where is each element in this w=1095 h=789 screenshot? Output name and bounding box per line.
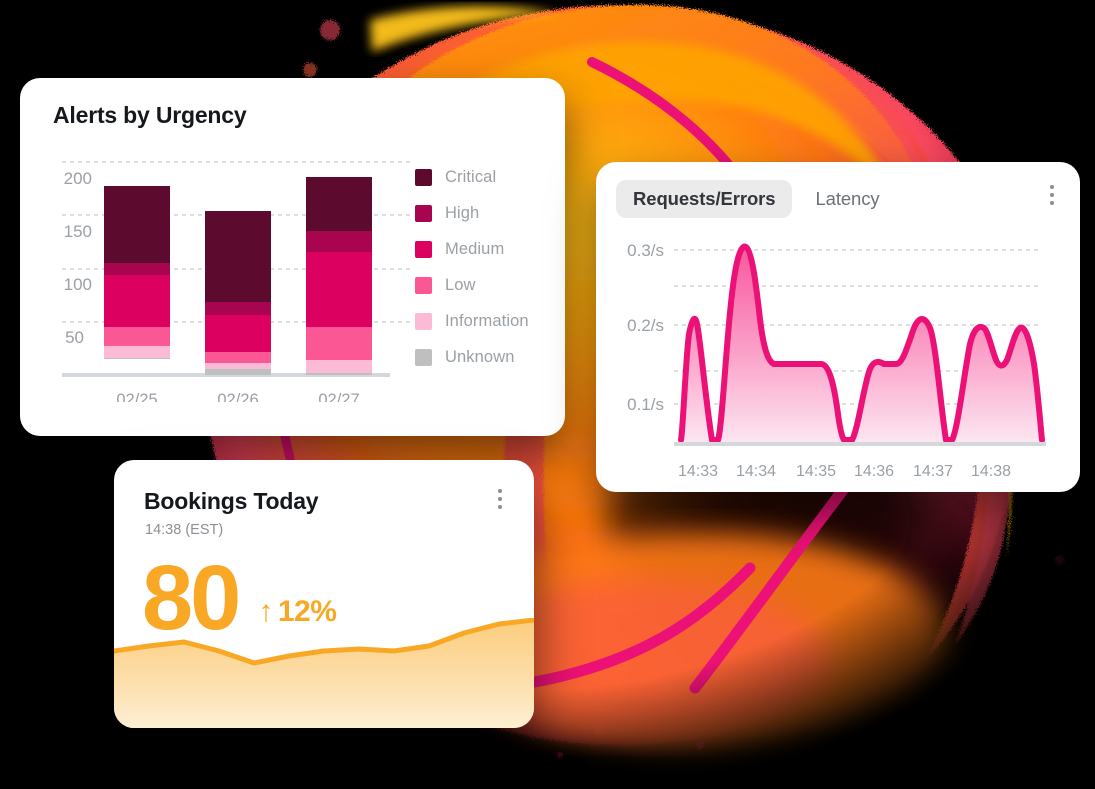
bar-segment-critical <box>104 186 170 263</box>
bar-segment-low <box>306 327 372 360</box>
chart-legend: Critical High Medium Low Information Unk… <box>415 168 529 366</box>
bar-group-1 <box>205 211 271 375</box>
bar-segment-medium <box>306 252 372 327</box>
bookings-sparkline <box>114 618 534 728</box>
x-axis-labels: 02/25 02/26 02/27 <box>116 391 359 402</box>
kebab-dot <box>498 505 502 509</box>
kebab-dot <box>1050 201 1054 205</box>
svg-text:0.3/s: 0.3/s <box>627 241 664 260</box>
bar-segment-information <box>205 363 271 369</box>
legend-swatch-icon <box>415 168 432 186</box>
svg-text:02/25: 02/25 <box>116 391 157 402</box>
svg-text:200: 200 <box>64 169 92 188</box>
alerts-by-urgency-card: Alerts by Urgency 200 150 100 50 02/25 0… <box>20 78 565 436</box>
svg-text:14:35: 14:35 <box>796 463 836 480</box>
svg-text:14:37: 14:37 <box>913 463 953 480</box>
bar-segment-high <box>306 231 372 252</box>
svg-text:14:36: 14:36 <box>854 463 894 480</box>
legend-item-information[interactable]: Information <box>415 312 529 330</box>
timestamp-label: 14:38 (EST) <box>145 522 224 538</box>
bookings-today-card: Bookings Today 14:38 (EST) 80 ↑ 12% <box>114 460 534 728</box>
bar-group-0 <box>104 186 170 359</box>
legend-label: High <box>445 203 480 222</box>
kebab-dot <box>1050 185 1054 189</box>
svg-text:100: 100 <box>64 275 92 294</box>
stacked-bar-chart: 200 150 100 50 02/25 02/26 02/27 <box>62 161 410 402</box>
bar-segment-high <box>104 263 170 275</box>
screenshot-root: Alerts by Urgency 200 150 100 50 02/25 0… <box>0 0 1095 789</box>
kebab-dot <box>498 489 502 493</box>
svg-text:50: 50 <box>65 328 84 347</box>
legend-label: Unknown <box>445 347 515 366</box>
requests-area-chart: 0.3/s 0.2/s 0.1/s 14:33 14:34 14:35 14:3… <box>627 241 1046 480</box>
legend-label: Critical <box>445 167 497 186</box>
page-title: Alerts by Urgency <box>53 102 247 128</box>
bar-segment-critical <box>205 211 271 302</box>
x-axis-labels: 14:33 14:34 14:35 14:36 14:37 14:38 <box>678 463 1011 480</box>
bar-segment-medium <box>205 315 271 352</box>
legend-item-low[interactable]: Low <box>415 276 529 294</box>
more-options-icon[interactable] <box>1040 178 1064 212</box>
bar-segment-information <box>306 360 372 373</box>
bar-group-2 <box>306 177 372 375</box>
kebab-dot <box>498 497 502 501</box>
sparkline-fill <box>114 620 534 728</box>
tab-requests-errors[interactable]: Requests/Errors <box>616 180 793 218</box>
legend-label: Low <box>445 275 476 294</box>
legend-swatch-icon <box>415 240 432 258</box>
legend-swatch-icon <box>415 276 432 294</box>
svg-text:14:34: 14:34 <box>736 463 776 480</box>
legend-label: Information <box>445 311 529 330</box>
bar-segment-low <box>104 327 170 346</box>
tab-bar: Requests/Errors Latency <box>616 180 1062 218</box>
requests-errors-card: Requests/Errors Latency 0.3/s 0.2/s 0.1/… <box>596 162 1080 492</box>
svg-text:0.2/s: 0.2/s <box>627 316 664 335</box>
bar-segment-information <box>104 346 170 358</box>
legend-swatch-icon <box>415 312 432 330</box>
svg-text:02/27: 02/27 <box>318 391 359 402</box>
tab-latency[interactable]: Latency <box>798 180 896 218</box>
legend-item-high[interactable]: High <box>415 204 529 222</box>
legend-label: Medium <box>445 239 505 258</box>
bar-segment-unknown <box>104 358 170 359</box>
legend-swatch-icon <box>415 348 432 366</box>
legend-item-medium[interactable]: Medium <box>415 240 529 258</box>
more-options-icon[interactable] <box>488 482 512 516</box>
svg-text:14:33: 14:33 <box>678 463 718 480</box>
kebab-dot <box>1050 193 1054 197</box>
y-axis-labels: 0.3/s 0.2/s 0.1/s <box>627 241 664 414</box>
legend-swatch-icon <box>415 204 432 222</box>
bar-segment-low <box>205 352 271 363</box>
bar-segment-medium <box>104 275 170 327</box>
svg-text:150: 150 <box>64 222 92 241</box>
y-axis-labels: 200 150 100 50 <box>64 169 92 347</box>
legend-item-unknown[interactable]: Unknown <box>415 348 529 366</box>
svg-text:02/26: 02/26 <box>217 391 258 402</box>
bar-segment-unknown <box>205 369 271 375</box>
bar-segment-unknown <box>306 373 372 375</box>
svg-text:0.1/s: 0.1/s <box>627 395 664 414</box>
bar-segment-high <box>205 302 271 315</box>
svg-text:14:38: 14:38 <box>971 463 1011 480</box>
legend-item-critical[interactable]: Critical <box>415 168 529 186</box>
bar-segment-critical <box>306 177 372 231</box>
page-title: Bookings Today <box>144 488 319 514</box>
